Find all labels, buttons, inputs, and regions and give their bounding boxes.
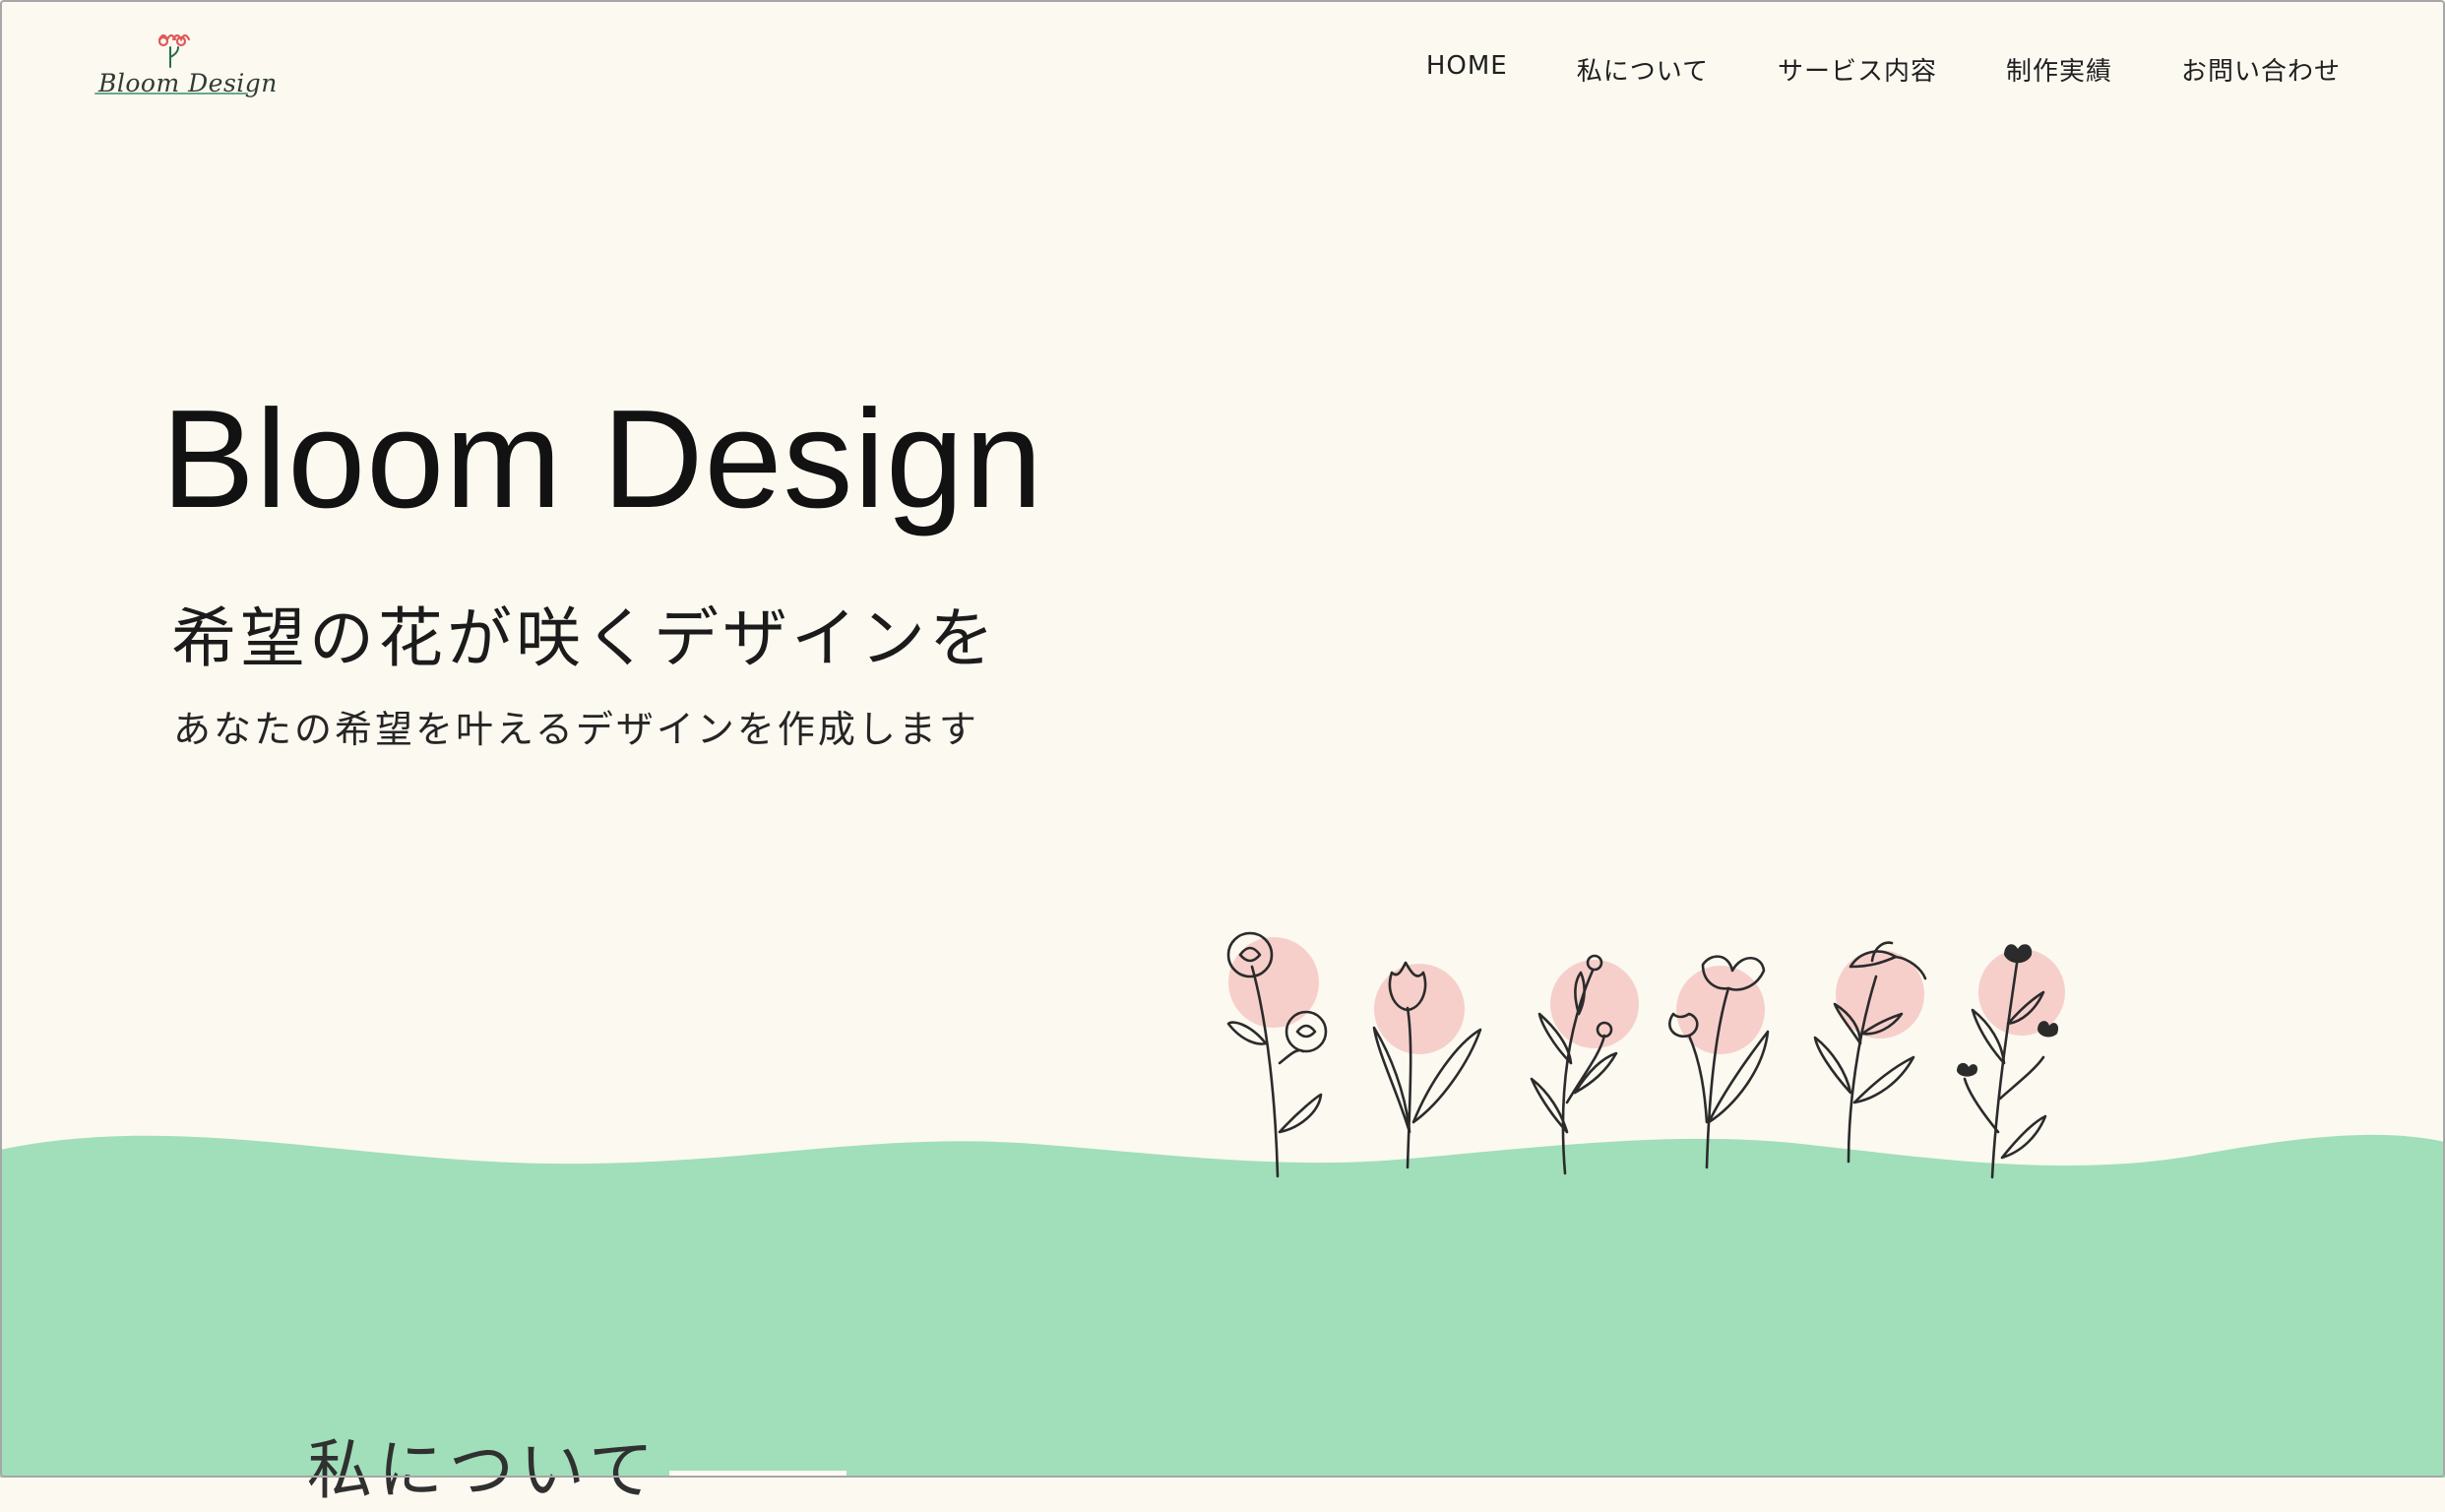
hero-subtitle: 希望の花が咲くデザインを [171, 600, 998, 676]
sprig-flower-icon [1963, 955, 2047, 1179]
hero-description: あなたの希望を叶えるデザインを作成します [173, 708, 979, 751]
nav-home[interactable]: HOME [1426, 51, 1508, 88]
nav-about[interactable]: 私について [1577, 51, 1709, 88]
main-navigation: HOME 私について サービス内容 制作実績 お問い合わせ [1426, 51, 2341, 88]
about-heading: 私について [307, 1432, 660, 1508]
dark-buds [1957, 944, 2059, 1077]
about-heading-accent [669, 1471, 846, 1478]
nav-works[interactable]: 制作実績 [2006, 51, 2112, 88]
rose-flower-icon [1226, 931, 1328, 1178]
nav-services[interactable]: サービス内容 [1778, 51, 1937, 88]
tulip-flower-icon [1372, 961, 1482, 1169]
logo-underline [94, 93, 248, 94]
bud-branch-icon [1530, 954, 1618, 1175]
hero-title: Bloom Design [161, 381, 1043, 537]
nav-contact[interactable]: お問い合わせ [2181, 51, 2341, 88]
pink-accent-circles [1228, 937, 2065, 1054]
daisy-flower-icon [1813, 941, 1927, 1164]
lily-flower-icon [1668, 955, 1770, 1169]
flower-logo-icon [157, 33, 191, 68]
site-logo[interactable]: Bloom Design [94, 28, 277, 112]
